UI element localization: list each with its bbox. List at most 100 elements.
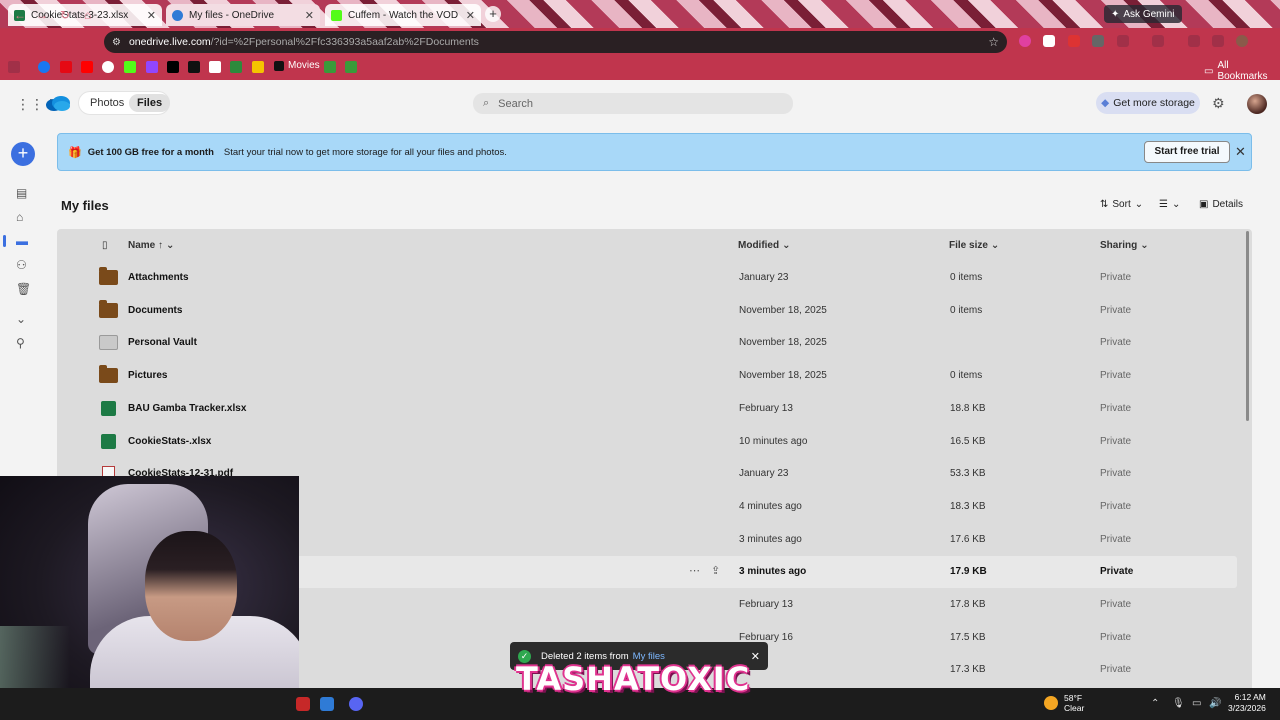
table-row[interactable]: CookieStats-.xlsx 10 minutes ago 16.5 KB Pr… (57, 426, 1237, 458)
netflix-icon[interactable] (60, 61, 72, 73)
streamer-head (145, 531, 237, 641)
column-header-name[interactable]: Name ↑ ⌄ (128, 240, 174, 251)
tiktok-icon[interactable] (188, 61, 200, 73)
bookmark-icon[interactable] (209, 61, 221, 73)
streamer-name-overlay: TASHATOXIC (516, 660, 751, 698)
network-icon[interactable]: ▭ (1192, 698, 1201, 709)
table-row[interactable]: Documents November 18, 2025 0 items Private (57, 295, 1237, 327)
close-icon[interactable]: ✕ (305, 9, 314, 22)
sharing-status: Private (1100, 403, 1132, 414)
new-tab-button[interactable]: + (485, 6, 501, 22)
bookmark-star-icon[interactable]: ☆ (988, 35, 999, 49)
details-button[interactable]: ▣ Details (1199, 199, 1243, 210)
modified-date: 4 minutes ago (739, 501, 802, 512)
excel-icon (101, 434, 116, 449)
trash-icon[interactable]: 🗑 (16, 282, 31, 296)
facebook-icon[interactable] (38, 61, 50, 73)
gear-icon[interactable]: ⚙ (1212, 95, 1225, 112)
onedrive-logo[interactable] (45, 96, 71, 111)
file-name[interactable]: Documents (128, 305, 182, 316)
nav-photos[interactable]: Photos (82, 94, 132, 112)
bookmark-icon[interactable] (252, 61, 264, 73)
youtube-icon[interactable] (81, 61, 93, 73)
ask-gemini-button[interactable]: ✦ Ask Gemini (1104, 5, 1182, 23)
avatar[interactable] (1247, 94, 1267, 114)
shared-icon[interactable]: ⚇ (16, 258, 27, 272)
all-bookmarks[interactable]: ▭ All Bookmarks (1204, 60, 1280, 82)
file-name[interactable]: Pictures (128, 370, 167, 381)
app-icon[interactable] (296, 697, 310, 711)
extension-icon[interactable] (1152, 35, 1164, 47)
column-header-modified[interactable]: Modified ⌄ (738, 240, 791, 251)
chevron-up-icon[interactable]: ⌃ (1151, 698, 1159, 709)
extension-icon[interactable] (1117, 35, 1129, 47)
close-icon[interactable]: ✕ (147, 9, 156, 22)
sort-button[interactable]: ⇅ Sort ⌄ (1100, 199, 1143, 210)
tab-kick[interactable]: Cuffem - Watch the VOD on Kick ✕ (325, 4, 481, 26)
bookmark-icon[interactable] (102, 61, 114, 73)
x-icon[interactable] (167, 61, 179, 73)
bookmark-icon[interactable] (230, 61, 242, 73)
search-input[interactable]: ⌕ Search (473, 93, 793, 114)
folder-icon (99, 300, 118, 318)
notepad-icon[interactable] (320, 697, 334, 711)
table-row[interactable]: Attachments January 23 0 items Private (57, 262, 1237, 294)
file-name[interactable]: CookieStats-.xlsx (128, 436, 211, 447)
site-info-icon[interactable]: ⚙ (112, 37, 121, 48)
folder-icon (99, 365, 118, 383)
profile-avatar[interactable] (1236, 35, 1248, 47)
back-icon[interactable]: ← (14, 8, 26, 22)
chevron-down-icon[interactable]: ⌄ (16, 312, 26, 326)
apps-icon[interactable] (8, 61, 20, 73)
extension-icon[interactable] (1212, 35, 1224, 47)
bookmark-icon[interactable] (345, 61, 357, 73)
for-you-icon[interactable]: ▤ (16, 186, 27, 200)
address-bar[interactable]: ⚙ onedrive.live.com /?id=%2Fpersonal%2Ff… (104, 31, 1007, 53)
close-icon[interactable]: ✕ (1235, 144, 1246, 160)
download-icon[interactable] (1188, 35, 1200, 47)
column-header-sharing[interactable]: Sharing ⌄ (1100, 240, 1149, 251)
home-icon[interactable]: ⌂ (84, 8, 91, 22)
table-row[interactable]: BAU Gamba Tracker.xlsx February 13 18.8 KB… (57, 393, 1237, 425)
folder-icon[interactable]: ▬ (16, 234, 28, 248)
bookmark-icon[interactable] (324, 61, 336, 73)
extension-icon[interactable] (1019, 35, 1031, 47)
person-icon[interactable]: ⚲ (16, 336, 25, 350)
column-header-file-size[interactable]: File size ⌄ (949, 240, 999, 251)
nav-files[interactable]: Files (129, 94, 171, 112)
sparkle-icon: ✦ (1111, 8, 1120, 20)
bookmark-movies[interactable]: Movies (274, 60, 320, 71)
file-size: 18.8 KB (950, 403, 986, 414)
share-icon[interactable]: ⇪ (711, 564, 720, 577)
reload-icon[interactable]: ↻ (60, 8, 70, 22)
more-options-icon[interactable]: ⋯ (689, 564, 700, 577)
file-name[interactable]: Attachments (128, 272, 189, 283)
forward-icon[interactable]: → (36, 8, 48, 22)
weather-widget[interactable]: 58°F Clear (1044, 693, 1084, 713)
get-more-storage-button[interactable]: ◆ Get more storage (1096, 92, 1200, 114)
close-icon[interactable]: ✕ (751, 650, 760, 663)
extension-icon[interactable] (1092, 35, 1104, 47)
table-row[interactable]: Pictures November 18, 2025 0 items Private (57, 360, 1237, 392)
start-free-trial-button[interactable]: Start free trial (1144, 141, 1230, 163)
twitch-icon[interactable] (146, 61, 158, 73)
home-icon[interactable]: ⌂ (16, 210, 23, 224)
scrollbar[interactable] (1246, 231, 1249, 421)
system-clock[interactable]: 6:12 AM 3/23/2026 (1228, 692, 1266, 714)
view-options-button[interactable]: ☰ ⌄ (1159, 199, 1180, 210)
extension-icon[interactable] (1068, 35, 1080, 47)
file-name[interactable]: Personal Vault (128, 337, 197, 348)
close-icon[interactable]: ✕ (466, 9, 475, 22)
create-new-button[interactable]: + (11, 142, 35, 166)
sharing-status: Private (1100, 664, 1132, 675)
file-name[interactable]: BAU Gamba Tracker.xlsx (128, 403, 246, 414)
bookmark-movies-label: Movies (288, 60, 320, 71)
extension-icon[interactable] (1043, 35, 1055, 47)
file-size: 18.3 KB (950, 501, 986, 512)
kick-icon[interactable] (124, 61, 136, 73)
discord-icon[interactable] (349, 697, 363, 711)
tab-onedrive[interactable]: My files - OneDrive ✕ (166, 4, 320, 26)
volume-icon[interactable]: 🔊 (1209, 698, 1221, 709)
table-row[interactable]: Personal Vault November 18, 2025 Private (57, 327, 1237, 359)
microphone-icon[interactable]: 🎙 (1172, 698, 1185, 709)
